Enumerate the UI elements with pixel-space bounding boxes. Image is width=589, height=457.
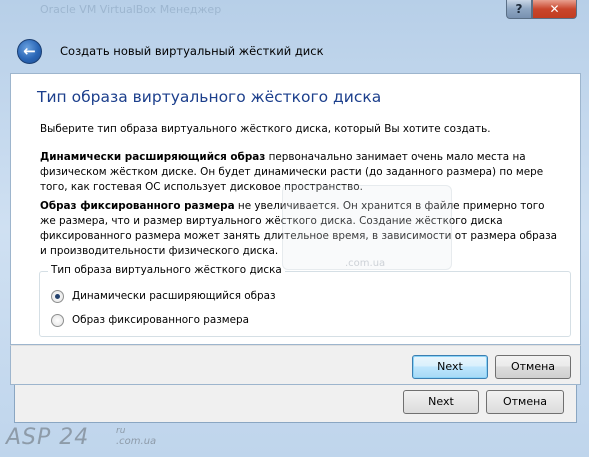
radio-selected-dot (55, 294, 60, 299)
back-arrow-icon: ← (23, 42, 36, 60)
close-icon: ✕ (549, 2, 560, 16)
image-type-group: Тип образа виртуального жёсткого диска Д… (39, 264, 571, 337)
intro-text: Выберите тип образа виртуального жёстког… (40, 123, 491, 135)
watermark-logo-domain: .com.ua (116, 436, 157, 447)
dynamic-description-bold: Динамически расширяющийся образ (40, 151, 266, 163)
page-title: Тип образа виртуального жёсткого диска (37, 88, 382, 106)
wizard-title: Создать новый виртуальный жёсткий диск (60, 44, 324, 58)
watermark-center-text: .com.ua (345, 258, 386, 269)
radio-button-dynamic[interactable] (51, 290, 64, 303)
cancel-button[interactable]: Отмена (495, 355, 571, 379)
fixed-description-bold: Образ фиксированного размера (40, 200, 235, 212)
wizard-header: ← Создать новый виртуальный жёсткий диск (8, 31, 581, 71)
help-button[interactable]: ? (506, 0, 532, 19)
close-button[interactable]: ✕ (532, 0, 577, 19)
background-cancel-button[interactable]: Отмена (486, 390, 564, 414)
background-window-title: Oracle VM VirtualBox Менеджер (40, 3, 222, 16)
group-label: Тип образа виртуального жёсткого диска (48, 264, 285, 276)
background-next-button[interactable]: Next (403, 390, 479, 414)
radio-button-fixed[interactable] (51, 314, 64, 327)
next-button[interactable]: Next (412, 355, 488, 379)
radio-label-dynamic[interactable]: Динамически расширяющийся образ (72, 290, 276, 302)
wizard-footer: Next Отмена (10, 345, 581, 385)
watermark-logo-sup: ru (116, 426, 126, 436)
watermark-logo: ASP 24 (6, 425, 90, 450)
back-button[interactable]: ← (17, 39, 42, 64)
radio-label-fixed[interactable]: Образ фиксированного размера (72, 314, 249, 326)
